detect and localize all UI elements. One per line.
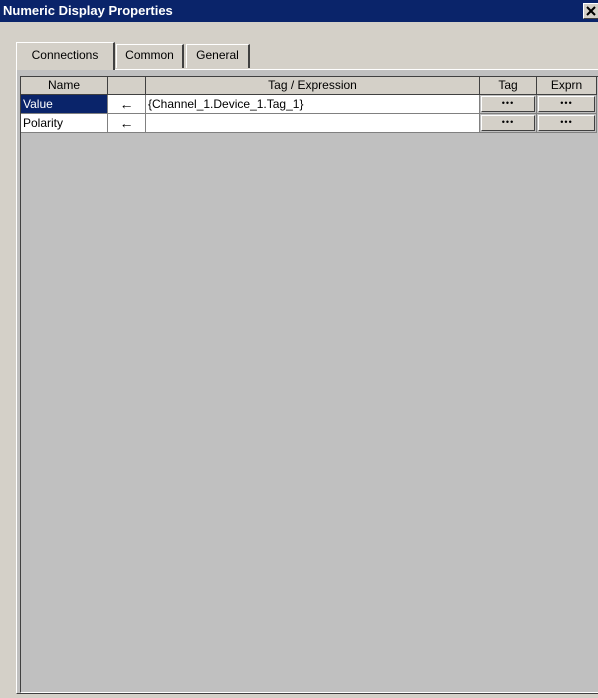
arrow-left-icon: ←: [108, 95, 146, 114]
row-polarity-exprn-browse-button[interactable]: •••: [538, 115, 595, 131]
tab-connections[interactable]: Connections: [16, 42, 115, 70]
column-header-name[interactable]: Name: [21, 77, 108, 95]
row-polarity-tag-browse-button[interactable]: •••: [481, 115, 535, 131]
row-value-exprn-cell: •••: [537, 95, 597, 114]
row-polarity-expression[interactable]: [146, 114, 480, 133]
row-value-expression[interactable]: {Channel_1.Device_1.Tag_1}: [146, 95, 480, 114]
connections-grid[interactable]: Name Tag / Expression Tag Exprn Value ← …: [20, 76, 598, 693]
title-bar[interactable]: Numeric Display Properties: [0, 0, 598, 22]
row-value-tag-cell: •••: [480, 95, 537, 114]
column-header-tag[interactable]: Tag: [480, 77, 537, 95]
row-polarity-name[interactable]: Polarity: [21, 114, 108, 133]
column-header-exprn[interactable]: Exprn: [537, 77, 597, 95]
row-value-name[interactable]: Value: [21, 95, 108, 114]
column-header-direction[interactable]: [108, 77, 146, 95]
arrow-left-icon: ←: [108, 114, 146, 133]
window-title: Numeric Display Properties: [3, 3, 173, 18]
row-value-tag-browse-button[interactable]: •••: [481, 96, 535, 112]
row-value-exprn-browse-button[interactable]: •••: [538, 96, 595, 112]
close-button[interactable]: [583, 3, 598, 19]
tab-general[interactable]: General: [186, 44, 250, 68]
row-polarity-tag-cell: •••: [480, 114, 537, 133]
column-header-tag-expression[interactable]: Tag / Expression: [146, 77, 480, 95]
row-polarity-exprn-cell: •••: [537, 114, 597, 133]
tab-common[interactable]: Common: [116, 44, 184, 68]
close-icon: [586, 6, 596, 16]
